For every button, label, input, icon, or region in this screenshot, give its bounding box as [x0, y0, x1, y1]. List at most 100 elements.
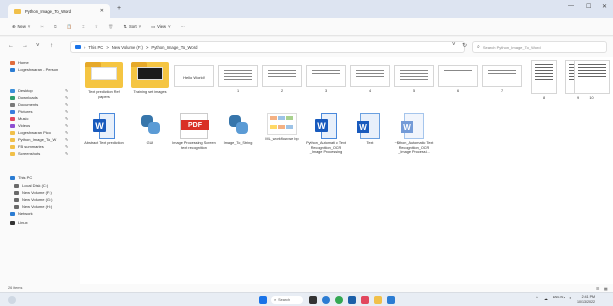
- pdf-icon: PDF: [180, 113, 209, 139]
- pin-icon[interactable]: ✎: [65, 109, 68, 114]
- file-item[interactable]: 10: [570, 60, 613, 101]
- file-item[interactable]: 2: [260, 65, 304, 94]
- python-file-item[interactable]: Image_To_String: [216, 113, 260, 146]
- language-indicator[interactable]: ENG IN: [553, 295, 563, 300]
- tiles-view-icon[interactable]: ▦: [604, 286, 608, 291]
- maximize-button[interactable]: ☐: [586, 3, 591, 10]
- file-item[interactable]: 7: [480, 65, 524, 94]
- sidebar-item[interactable]: New Volume (F:): [14, 189, 52, 196]
- sidebar-item[interactable]: FB summaries ✎: [10, 143, 68, 150]
- pin-icon[interactable]: ✎: [65, 123, 68, 128]
- app-icon[interactable]: [348, 296, 356, 304]
- sidebar-item-label: New Volume (G:): [22, 197, 53, 202]
- file-grid: Text prediction Ref papers Training set …: [80, 57, 613, 284]
- sidebar-item[interactable]: Desktop ✎: [10, 87, 68, 94]
- sidebar-item[interactable]: Network: [10, 210, 33, 217]
- sidebar-item[interactable]: Logeshwaran Pico ✎: [10, 129, 68, 136]
- rename-icon[interactable]: ⌶: [82, 24, 85, 29]
- weather-icon[interactable]: [8, 296, 16, 304]
- view-button[interactable]: ▭ View ˅: [151, 24, 170, 29]
- more-button[interactable]: ···: [181, 24, 185, 29]
- back-icon[interactable]: ←: [8, 43, 14, 49]
- sidebar-item[interactable]: This PC: [10, 174, 32, 181]
- pin-icon[interactable]: ✎: [65, 144, 68, 149]
- task-view-icon[interactable]: [309, 296, 317, 304]
- breadcrumb-current[interactable]: Python_Image_To_Word: [151, 45, 197, 50]
- sidebar-item[interactable]: Local Disk (C:): [14, 182, 48, 189]
- sidebar-item[interactable]: Music ✎: [10, 115, 68, 122]
- wifi-icon[interactable]: ◔: [563, 296, 565, 300]
- new-button[interactable]: ⊕ New ˅: [12, 24, 30, 29]
- address-bar[interactable]: › This PC > New Volume (F:) > Python_Ima…: [70, 41, 465, 53]
- address-dropdown-icon[interactable]: ˅: [452, 42, 456, 48]
- start-button[interactable]: [259, 296, 267, 304]
- file-item[interactable]: 4: [348, 65, 392, 94]
- breadcrumb-this-pc[interactable]: This PC: [88, 45, 103, 50]
- pin-icon[interactable]: ✎: [65, 137, 68, 142]
- word-document-item[interactable]: W Text: [348, 113, 392, 146]
- pin-icon[interactable]: ✎: [65, 151, 68, 156]
- slide-thumbnail: [350, 65, 390, 87]
- chevron-up-icon[interactable]: ^: [536, 296, 538, 300]
- minimize-button[interactable]: —: [568, 3, 574, 9]
- file-item[interactable]: Hello World!: [172, 65, 216, 87]
- pin-icon[interactable]: ✎: [65, 116, 68, 121]
- pin-icon[interactable]: ✎: [65, 102, 68, 107]
- sidebar-item[interactable]: Documents ✎: [10, 101, 68, 108]
- sidebar-item[interactable]: New Volume (G:): [14, 196, 52, 203]
- share-icon[interactable]: ⇪: [95, 24, 99, 29]
- sidebar-item[interactable]: Downloads ✎: [10, 94, 68, 101]
- sidebar-item[interactable]: Logeshwaran - Person: [10, 66, 58, 73]
- taskbar-search[interactable]: ⌕ Search: [271, 296, 303, 304]
- new-tab-button[interactable]: +: [117, 5, 121, 12]
- app-icon[interactable]: [361, 296, 369, 304]
- pin-icon[interactable]: ✎: [65, 88, 68, 93]
- folder-item[interactable]: Text prediction Ref papers: [82, 62, 126, 99]
- sidebar-item[interactable]: Linux: [10, 219, 28, 226]
- app-icon[interactable]: [387, 296, 395, 304]
- breadcrumb-new-volume[interactable]: New Volume (F:): [112, 45, 143, 50]
- chrome-icon[interactable]: [335, 296, 343, 304]
- refresh-icon[interactable]: ↻: [462, 42, 467, 49]
- python-file-item[interactable]: GUI: [128, 113, 172, 146]
- sidebar-item[interactable]: Screenshots ✎: [10, 150, 68, 157]
- word-document-item[interactable]: W Python_Automati c Text Recognition_OCR…: [304, 113, 348, 155]
- delete-icon[interactable]: 🗑: [108, 24, 113, 30]
- recent-chevron-icon[interactable]: ˅: [36, 43, 40, 49]
- file-item[interactable]: 3: [304, 65, 348, 94]
- browser-icon[interactable]: [322, 296, 330, 304]
- pin-icon[interactable]: ✎: [65, 130, 68, 135]
- close-button[interactable]: ✕: [602, 3, 607, 10]
- paste-icon[interactable]: 📋: [67, 24, 72, 30]
- details-view-icon[interactable]: ☰: [596, 286, 599, 291]
- cloud-icon[interactable]: ☁: [544, 296, 548, 301]
- clock[interactable]: 2:41 PM 10/13/2022: [577, 295, 595, 304]
- copy-icon[interactable]: ⧉: [54, 24, 57, 29]
- sidebar-item[interactable]: Home: [10, 59, 29, 66]
- tab-python-image-to-word[interactable]: Python_Image_To_Word ✕: [8, 4, 110, 18]
- file-item[interactable]: 1: [216, 65, 260, 94]
- file-explorer-icon[interactable]: [374, 296, 382, 304]
- sidebar-item[interactable]: Pictures ✎: [10, 108, 68, 115]
- folder-item[interactable]: Training set images: [128, 62, 172, 95]
- sort-button[interactable]: ⇅ Sort ˅: [123, 24, 141, 29]
- word-document-item[interactable]: W Abstract Text prediction: [82, 113, 126, 146]
- folder-icon: [14, 8, 21, 14]
- sidebar-item[interactable]: Videos ✎: [10, 122, 68, 129]
- file-item[interactable]: 5: [392, 65, 436, 94]
- sidebar-item[interactable]: Python_Image_To_W ✎: [10, 136, 68, 143]
- search-input[interactable]: ⌕ Search Python_Image_To_Word: [472, 41, 607, 53]
- pin-icon[interactable]: ✎: [65, 95, 68, 100]
- item-label: Text: [366, 141, 374, 145]
- forward-icon[interactable]: →: [22, 43, 28, 49]
- close-tab-icon[interactable]: ✕: [100, 8, 104, 14]
- breadcrumb-sep: >: [106, 44, 109, 50]
- pdf-file-item[interactable]: PDF Image Processing Screen text recogni…: [172, 113, 216, 150]
- temp-word-document-item[interactable]: W ~$thon_Automatic Text Recognition_OCR …: [392, 113, 436, 155]
- speaker-icon[interactable]: ◖: [569, 296, 571, 300]
- cut-icon[interactable]: ✂: [40, 24, 44, 29]
- up-icon[interactable]: ↑: [50, 43, 53, 49]
- sidebar-item[interactable]: New Volume (H:): [14, 203, 52, 210]
- file-item[interactable]: 6: [436, 65, 480, 94]
- image-file-item[interactable]: ML_workflow.we bp: [260, 113, 304, 142]
